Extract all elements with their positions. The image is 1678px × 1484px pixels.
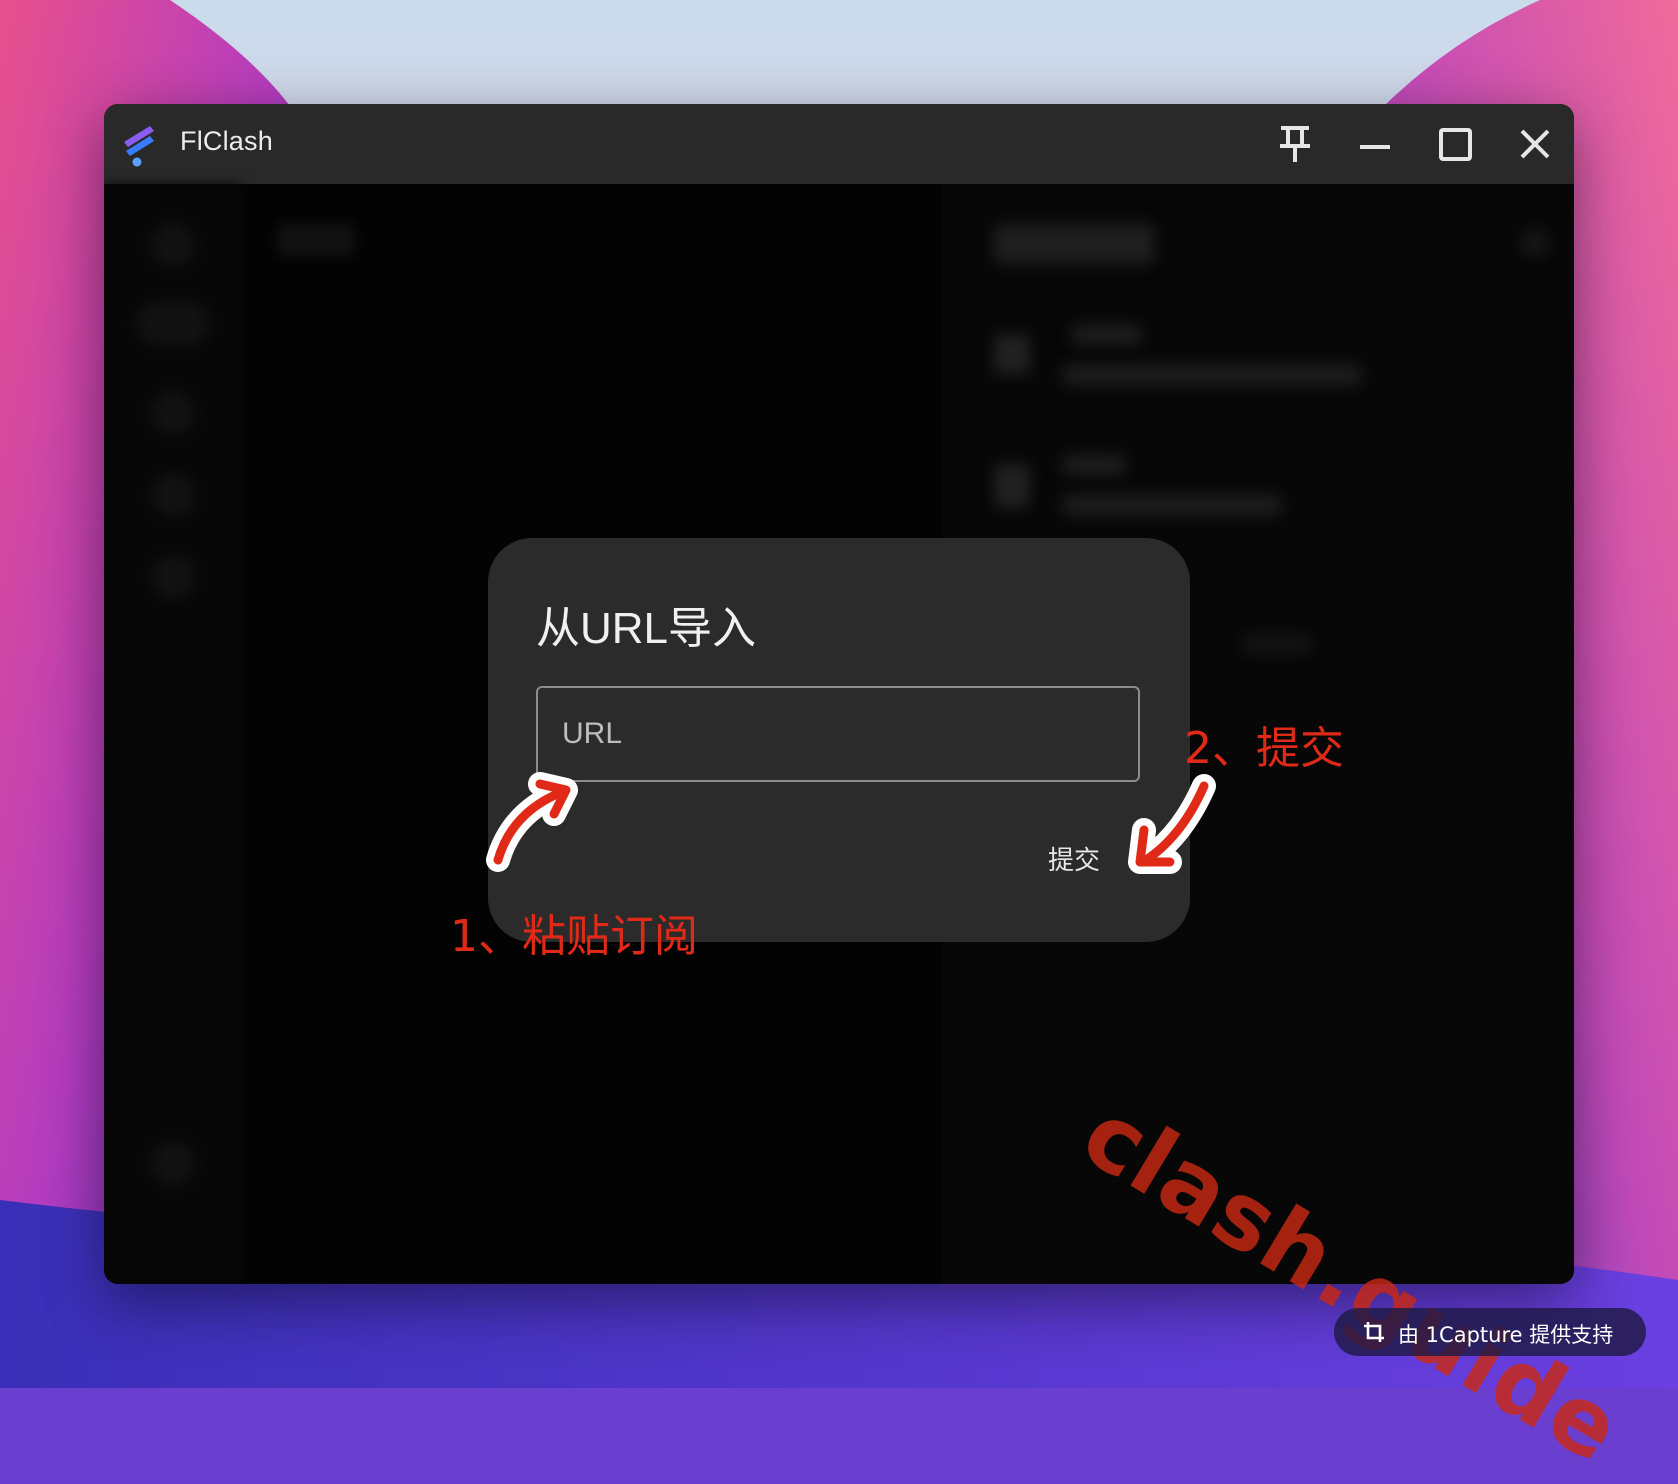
pin-icon: [1280, 126, 1310, 162]
crop-icon: [1364, 1322, 1384, 1342]
minimize-button[interactable]: [1342, 114, 1408, 174]
capture-badge-text: 由 1Capture 提供支持: [1398, 1323, 1614, 1347]
dialog-title: 从URL导入: [536, 604, 757, 653]
annotation-paste-subscription: 1、粘贴订阅: [450, 911, 698, 962]
submit-button[interactable]: 提交: [1036, 834, 1112, 882]
capture-badge: 由 1Capture 提供支持: [1334, 1308, 1646, 1356]
maximize-icon: [1439, 128, 1472, 161]
import-from-url-dialog: 从URL导入 提交: [488, 538, 1190, 942]
close-button[interactable]: [1502, 114, 1568, 174]
url-input[interactable]: [536, 686, 1140, 782]
annotation-submit: 2、提交: [1184, 723, 1344, 774]
flclash-window: FlClash 从URL导入 URL 提交: [104, 104, 1574, 1284]
flclash-logo-icon: [124, 126, 154, 167]
maximize-button[interactable]: [1422, 114, 1488, 174]
app-title: FlClash: [180, 126, 273, 156]
close-icon: [1520, 129, 1550, 159]
pin-button[interactable]: [1262, 114, 1328, 174]
minimize-icon: [1360, 145, 1390, 149]
title-bar[interactable]: FlClash: [104, 104, 1574, 184]
